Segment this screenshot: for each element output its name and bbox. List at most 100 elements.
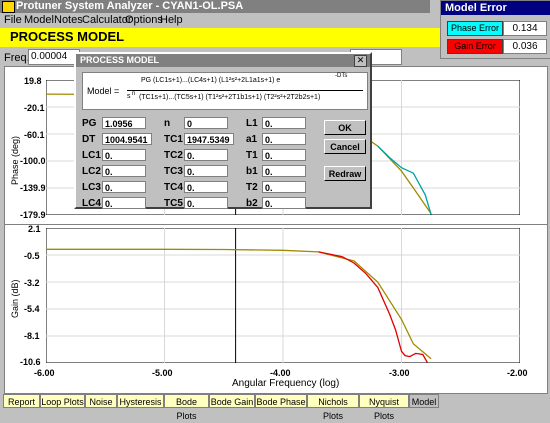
x-axis-label: Angular Frequency (log) [232, 378, 340, 389]
redraw-button[interactable]: Redraw [324, 166, 366, 181]
phase-y-tick: -20.1 [24, 103, 45, 113]
gain-y-tick: -0.5 [24, 251, 40, 261]
label-b1: b1 [246, 166, 258, 177]
phase-error-value: 0.134 [503, 21, 547, 36]
field-t1[interactable]: 0. [262, 149, 306, 161]
model-error-panel: Model Error Phase Error 0.134 Gain Error… [440, 0, 550, 59]
field-dt[interactable]: 1004.9541 [102, 133, 152, 145]
formula-den-exponent: n [132, 91, 136, 97]
gain-series-model [46, 248, 432, 360]
model-formula: Model = PG (LC1s+1)...(LC4s+1) (L1²s²+2L… [82, 72, 368, 110]
field-lc1[interactable]: 0. [102, 149, 146, 161]
phase-series-data [377, 145, 432, 215]
label-dt: DT [82, 134, 96, 145]
phase-y-tick: -100.0 [20, 156, 46, 166]
field-n[interactable]: 0 [184, 117, 228, 129]
label-pg: PG [82, 118, 97, 129]
gain-x-tick: -3.00 [389, 368, 410, 378]
field-b1[interactable]: 0. [262, 165, 306, 177]
label-tc4: TC4 [164, 182, 183, 193]
field-tc3[interactable]: 0. [184, 165, 228, 177]
label-lc3: LC3 [82, 182, 101, 193]
formula-fraction-line [127, 90, 363, 91]
dialog-title: PROCESS MODEL [76, 54, 370, 67]
gain-y-tick: -5.4 [24, 304, 40, 314]
label-l1: L1 [246, 118, 258, 129]
label-a1: a1 [246, 134, 258, 145]
cancel-button[interactable]: Cancel [324, 139, 366, 154]
field-lc4[interactable]: 0. [102, 197, 146, 209]
field-tc2[interactable]: 0. [184, 149, 228, 161]
label-n: n [164, 118, 171, 129]
formula-lhs: Model = [87, 86, 120, 96]
menu-options[interactable]: Options [125, 14, 163, 27]
gain-series-data [318, 251, 429, 363]
gain-x-tick: -6.00 [34, 368, 55, 378]
gain-y-tick: -3.2 [24, 278, 40, 288]
tab-loop-plots[interactable]: Loop Plots [40, 394, 85, 408]
freq-label: Freq. [4, 52, 30, 64]
menu-model[interactable]: Model [24, 14, 54, 27]
gain-x-tick: -4.00 [270, 368, 291, 378]
formula-denominator: (TC1s+1)...(TC5s+1) (T1²s²+2T1b1s+1) (T2… [139, 94, 321, 101]
process-model-header: PROCESS MODEL [0, 28, 440, 47]
label-tc5: TC5 [164, 198, 183, 209]
field-lc2[interactable]: 0. [102, 165, 146, 177]
gain-x-tick: -5.00 [152, 368, 173, 378]
label-tc3: TC3 [164, 166, 183, 177]
field-tc4[interactable]: 0. [184, 181, 228, 193]
label-tc1: TC1 [164, 134, 183, 145]
close-icon[interactable]: ✕ [354, 55, 367, 67]
phase-y-tick: -179.9 [20, 210, 46, 220]
field-lc3[interactable]: 0. [102, 181, 146, 193]
freq-input[interactable]: 0.00004 [28, 49, 80, 65]
tab-nichols-plots[interactable]: Nichols Plots [307, 394, 359, 421]
tab-report[interactable]: Report [3, 394, 40, 408]
tab-model[interactable]: Model [409, 394, 439, 408]
menu-file[interactable]: File [4, 14, 22, 27]
window-title: Protuner System Analyzer - CYAN1-OL.PSA [16, 0, 244, 12]
phase-error-label: Phase Error [447, 21, 503, 36]
label-t2: T2 [246, 182, 258, 193]
menu-notes[interactable]: Notes [54, 14, 83, 27]
gain-x-tick: -2.00 [507, 368, 528, 378]
tab-bode-plots[interactable]: Bode Plots [164, 394, 209, 421]
field-a1[interactable]: 0. [262, 133, 306, 145]
gain-chart [46, 228, 520, 363]
field-b2[interactable]: 0. [262, 197, 306, 209]
gain-y-tick: -8.1 [24, 331, 40, 341]
formula-den-s: s [127, 93, 131, 100]
label-lc1: LC1 [82, 150, 101, 161]
formula-numerator: PG (LC1s+1)...(LC4s+1) (L1²s²+2L1a1s+1) … [141, 77, 281, 84]
label-b2: b2 [246, 198, 258, 209]
tab-hysteresis[interactable]: Hysteresis [117, 394, 164, 408]
field-t2[interactable]: 0. [262, 181, 306, 193]
gain-y-tick: -10.6 [20, 357, 41, 367]
tab-nyquist-plots[interactable]: Nyquist Plots [359, 394, 409, 421]
field-l1[interactable]: 0. [262, 117, 306, 129]
process-model-dialog: PROCESS MODEL ✕ Model = PG (LC1s+1)...(L… [74, 52, 372, 209]
label-lc4: LC4 [82, 198, 101, 209]
gain-y-axis-label: Gain (dB) [10, 279, 20, 318]
gain-error-value: 0.036 [503, 39, 547, 54]
page-title: PROCESS MODEL [10, 29, 125, 44]
tab-bode-gain[interactable]: Bode Gain [209, 394, 255, 408]
tab-bode-phase[interactable]: Bode Phase [255, 394, 307, 408]
field-tc1[interactable]: 1947.5349 [184, 133, 234, 145]
ok-button[interactable]: OK [324, 120, 366, 135]
window-title-bar[interactable]: Protuner System Analyzer - CYAN1-OL.PSA [0, 0, 430, 13]
phase-y-tick: 19.8 [24, 76, 42, 86]
field-tc5[interactable]: 0. [184, 197, 228, 209]
phase-y-tick: -139.9 [20, 183, 46, 193]
app-icon [2, 1, 15, 13]
label-t1: T1 [246, 150, 258, 161]
gain-error-label: Gain Error [447, 39, 503, 54]
formula-num-exponent: -DTs [335, 73, 348, 79]
menu-bar: File Model Notes Calculator Options Help [0, 13, 430, 28]
field-pg[interactable]: 1.0956 [102, 117, 146, 129]
tab-noise[interactable]: Noise [85, 394, 117, 408]
label-tc2: TC2 [164, 150, 183, 161]
menu-help[interactable]: Help [160, 14, 183, 27]
phase-y-axis-label: Phase (deg) [10, 135, 20, 185]
label-lc2: LC2 [82, 166, 101, 177]
